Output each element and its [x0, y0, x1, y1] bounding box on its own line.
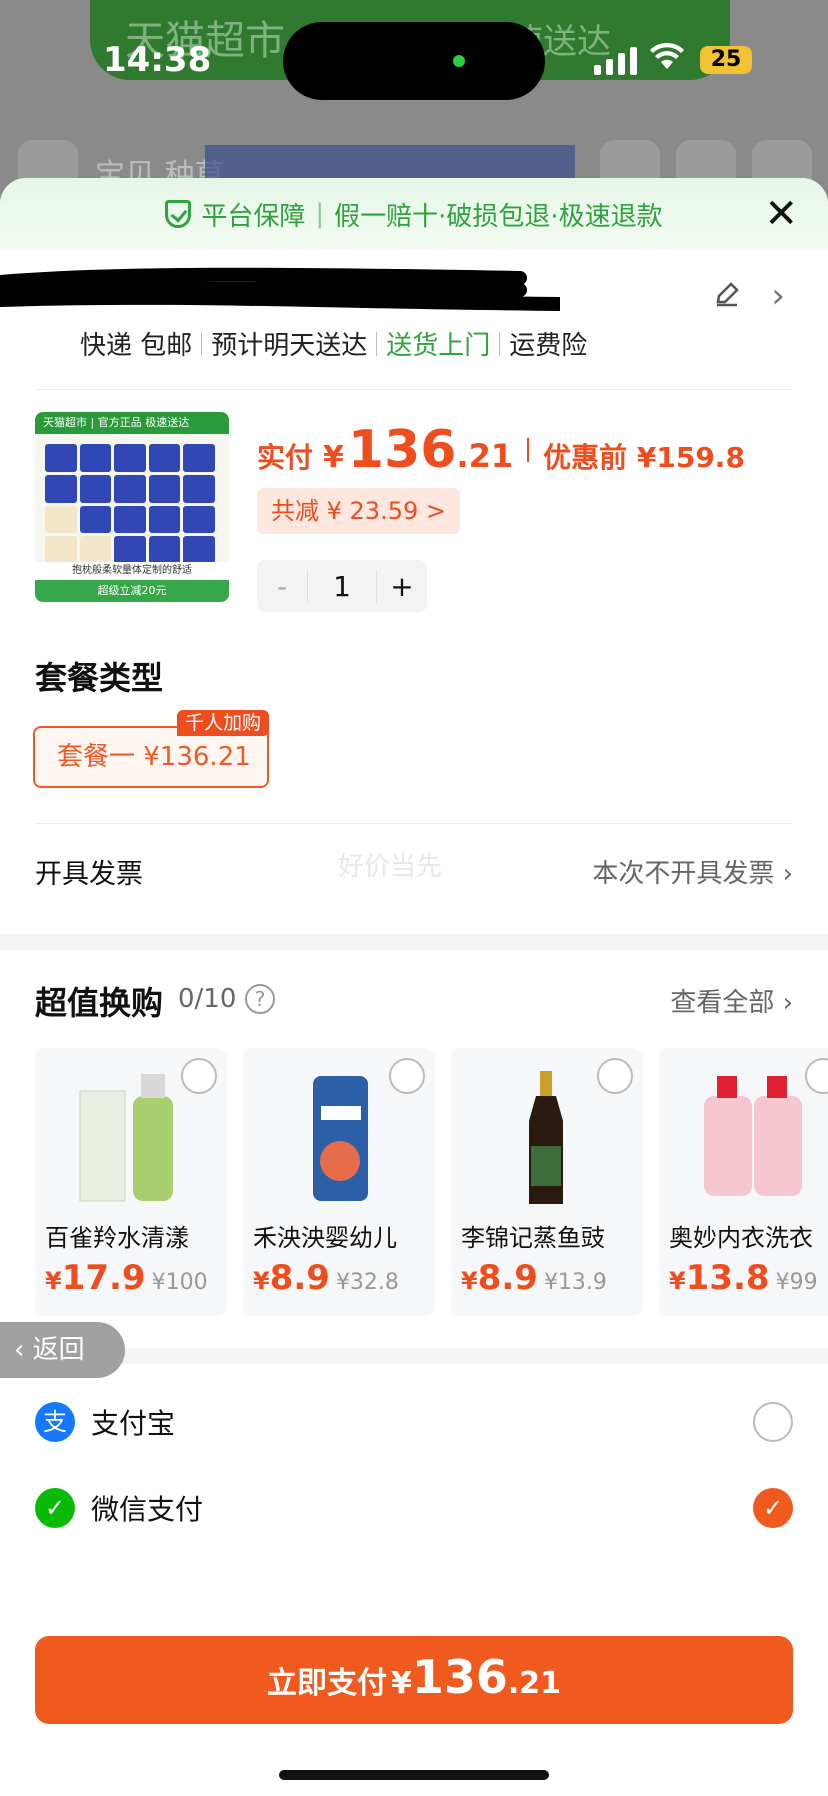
guarantee-title: 平台保障 — [201, 201, 306, 232]
discount-badge[interactable]: 共减 ¥ 23.59 > — [257, 488, 460, 534]
shipping-insurance: 运费险 — [509, 331, 588, 361]
battery-icon: 25 — [700, 46, 752, 74]
alipay-label: 支付宝 — [91, 1407, 176, 1440]
deal-select-radio[interactable] — [181, 1058, 217, 1094]
currency: ¥ — [323, 440, 344, 475]
deals-list: 百雀羚水清漾 ¥17.9 ¥100 禾泱泱婴幼儿 ¥8.9 ¥32.8 李锦记蒸鱼豉… — [35, 1048, 828, 1316]
tissue-boxes-illustration — [45, 444, 215, 564]
pay-button-decimal: .21 — [507, 1666, 562, 1701]
view-all-link[interactable]: 查看全部 › — [670, 982, 793, 1019]
wechat-pay-icon: ✓ — [35, 1488, 75, 1528]
product-image: 天猫超市 | 官方正品 极速送达 抱枕般柔软量体定制的舒适 超级立减20元 — [35, 412, 229, 602]
baby-snack-can-image — [313, 1076, 368, 1201]
package-title: 套餐类型 — [35, 659, 164, 697]
detergent-bottles-image — [704, 1076, 802, 1196]
product-image-promo: 超级立减20元 — [35, 580, 229, 602]
deal-price: ¥17.9 ¥100 — [45, 1258, 208, 1298]
status-bar: 14:38 25 — [0, 0, 828, 120]
deals-count: 0/10 — [178, 984, 237, 1014]
chevron-right-icon: › — [782, 859, 793, 889]
guarantee-banner: 平台保障 | 假一赔十·破损包退·极速退款 ✕ — [0, 178, 828, 250]
deal-select-radio[interactable] — [389, 1058, 425, 1094]
pay-button-amount: 136 — [411, 1650, 508, 1704]
delivery-eta: 预计明天送达 — [211, 331, 368, 361]
back-button[interactable]: ‹ 返回 — [0, 1322, 125, 1378]
watermark: 好价当先 — [338, 852, 443, 882]
deal-name: 奥妙内衣洗衣 — [669, 1224, 813, 1252]
shield-check-icon — [165, 200, 192, 228]
guarantee-items: 假一赔十·破损包退·极速退款 — [334, 201, 663, 232]
alipay-icon: 支 — [35, 1402, 75, 1442]
deal-name: 李锦记蒸鱼豉 — [461, 1224, 605, 1252]
payment-wechat[interactable]: ✓ 微信支付 ✓ — [35, 1478, 793, 1538]
section-divider — [0, 934, 828, 950]
pay-now-button[interactable]: 立即支付 ¥ 136 .21 — [35, 1636, 793, 1724]
signal-icon — [594, 45, 637, 75]
pay-label: 实付 — [257, 441, 314, 474]
delivery-info: 快递 包邮 预计明天送达 送货上门 运费险 — [80, 325, 587, 362]
price-integer: 136 — [347, 420, 457, 480]
wifi-icon — [650, 40, 684, 80]
wechat-radio-checked[interactable]: ✓ — [753, 1488, 793, 1528]
status-time: 14:38 — [103, 40, 212, 80]
deal-select-radio[interactable] — [597, 1058, 633, 1094]
soy-sauce-bottle-image — [529, 1071, 563, 1204]
package-option-label: 套餐一 ¥136.21 — [57, 742, 251, 772]
redacted-address — [0, 267, 560, 311]
invoice-value: 本次不开具发票 › — [592, 859, 793, 889]
deals-title: 超值换购 — [35, 984, 164, 1022]
delivery-method: 快递 包邮 — [80, 331, 193, 361]
product-image-topbar: 天猫超市 | 官方正品 极速送达 — [35, 412, 229, 434]
quantity-input[interactable]: 1 — [307, 569, 377, 603]
guarantee-divider: | — [315, 199, 325, 229]
deal-card[interactable]: 百雀羚水清漾 ¥17.9 ¥100 — [35, 1048, 227, 1316]
help-icon[interactable]: ? — [245, 984, 275, 1014]
package-option-tag: 千人加购 — [176, 710, 269, 736]
deal-name: 禾泱泱婴幼儿 — [253, 1224, 397, 1252]
deal-price: ¥8.9 ¥13.9 — [461, 1258, 607, 1298]
deal-name: 百雀羚水清漾 — [45, 1224, 189, 1252]
deal-card[interactable]: 禾泱泱婴幼儿 ¥8.9 ¥32.8 — [243, 1048, 435, 1316]
invoice-label: 开具发票 — [35, 859, 143, 890]
door-delivery: 送货上门 — [386, 331, 491, 361]
chevron-right-icon: › — [782, 988, 793, 1018]
package-option-1[interactable]: 套餐一 ¥136.21 千人加购 — [33, 710, 269, 788]
pay-button-currency: ¥ — [390, 1666, 412, 1701]
original-price: 优惠前 ¥159.8 — [543, 441, 745, 474]
close-icon[interactable]: ✕ — [764, 194, 798, 234]
payment-alipay[interactable]: 支 支付宝 — [35, 1392, 793, 1452]
skincare-bottle-image — [79, 1074, 173, 1202]
decrease-button[interactable]: - — [257, 570, 307, 603]
home-indicator — [279, 1770, 549, 1780]
edit-pen-icon[interactable] — [713, 280, 741, 316]
product-section: 天猫超市 | 官方正品 极速送达 抱枕般柔软量体定制的舒适 超级立减20元 实付… — [35, 390, 793, 640]
camera-indicator-icon — [453, 55, 465, 67]
chevron-left-icon: ‹ — [14, 1335, 33, 1365]
deal-price: ¥13.8 ¥99 — [669, 1258, 818, 1298]
alipay-radio[interactable] — [753, 1402, 793, 1442]
dynamic-island — [283, 22, 545, 100]
deal-card[interactable]: 奥妙内衣洗衣 ¥13.8 ¥99 — [659, 1048, 828, 1316]
product-image-caption: 抱枕般柔软量体定制的舒适 — [35, 562, 229, 580]
price-row: 实付 ¥ 136 .21 优惠前 ¥159.8 — [257, 420, 745, 480]
chevron-right-icon: › — [771, 276, 785, 316]
deal-price: ¥8.9 ¥32.8 — [253, 1258, 399, 1298]
wechat-label: 微信支付 — [91, 1493, 204, 1526]
checkout-sheet: 平台保障 | 假一赔十·破损包退·极速退款 ✕ › 快递 包邮 预计明天送达 送… — [0, 178, 828, 1796]
deal-card[interactable]: 李锦记蒸鱼豉 ¥8.9 ¥13.9 — [451, 1048, 643, 1316]
address-section[interactable]: › 快递 包邮 预计明天送达 送货上门 运费险 — [0, 250, 793, 390]
pay-button-label: 立即支付 — [266, 1666, 387, 1701]
increase-button[interactable]: + — [377, 570, 427, 603]
quantity-stepper: - 1 + — [257, 560, 427, 612]
price-decimal: .21 — [456, 437, 514, 475]
